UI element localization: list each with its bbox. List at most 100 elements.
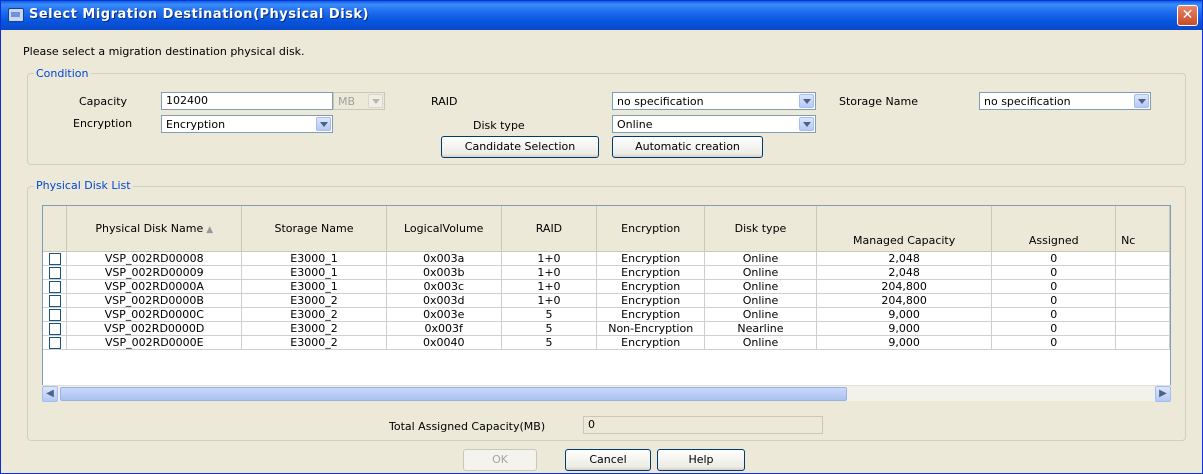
table-cell-name: VSP_002RD0000B <box>66 293 243 308</box>
column-header-physical-disk-name[interactable]: Physical Disk Name ▲ <box>66 206 243 252</box>
table-cell-volume: 0x003e <box>386 307 502 322</box>
row-checkbox[interactable] <box>48 280 61 292</box>
chevron-down-icon[interactable] <box>799 94 814 108</box>
table-cell-volume: 0x003c <box>386 279 502 294</box>
table-row[interactable]: VSP_002RD0000E E3000_2 0x0040 5 Encryption On… <box>43 335 1170 350</box>
chevron-down-icon[interactable] <box>316 117 331 131</box>
candidate-selection-button[interactable]: Candidate Selection <box>441 136 599 158</box>
disk-table: Physical Disk Name ▲ Storage Name Logical… <box>43 206 1170 350</box>
app-icon <box>8 8 24 22</box>
table-cell-encryption: Encryption <box>596 293 706 308</box>
table-cell-encryption: Encryption <box>596 251 706 266</box>
raid-select[interactable]: no specification <box>612 92 816 110</box>
scroll-right-icon[interactable]: ▶ <box>1155 386 1171 402</box>
row-checkbox[interactable] <box>48 336 61 348</box>
disk-type-value: Online <box>617 118 653 131</box>
raid-label: RAID <box>431 95 458 108</box>
raid-value: no specification <box>617 95 704 108</box>
table-cell-name: VSP_002RD00008 <box>66 251 243 266</box>
table-cell-name: VSP_002RD0000A <box>66 279 243 294</box>
table-cell-storage: E3000_2 <box>241 321 387 336</box>
table-cell-assigned: 0 <box>991 265 1117 280</box>
table-cell-storage: E3000_1 <box>241 279 387 294</box>
dialog-window: Select Migration Destination(Physical Di… <box>0 0 1203 474</box>
table-cell-storage: E3000_2 <box>241 335 387 350</box>
column-header-assigned[interactable]: Assigned <box>991 206 1117 252</box>
column-header-managed-capacity[interactable]: Managed Capacity <box>816 206 993 252</box>
storage-name-select[interactable]: no specification <box>979 92 1151 110</box>
title-bar[interactable]: Select Migration Destination(Physical Di… <box>1 1 1202 30</box>
row-checkbox-cell <box>43 293 68 308</box>
horizontal-scrollbar[interactable]: ◀ ▶ <box>42 385 1171 402</box>
column-header-label: Managed Capacity <box>853 233 956 247</box>
table-cell-assigned: 0 <box>991 293 1117 308</box>
scrollbar-thumb[interactable] <box>60 387 847 401</box>
column-header-next[interactable]: Nc <box>1115 206 1170 252</box>
storage-name-value: no specification <box>984 95 1071 108</box>
table-cell-disk-type: Online <box>704 279 817 294</box>
row-checkbox[interactable] <box>48 252 61 264</box>
table-cell-storage: E3000_1 <box>241 265 387 280</box>
table-cell-managed: 9,000 <box>816 307 993 322</box>
column-header-storage-name[interactable]: Storage Name <box>241 206 387 252</box>
table-cell-managed: 9,000 <box>816 321 993 336</box>
table-cell-raid: 5 <box>501 321 598 336</box>
table-cell-volume: 0x003b <box>386 265 502 280</box>
table-row[interactable]: VSP_002RD0000B E3000_2 0x003d 1+0 Encryption… <box>43 293 1170 308</box>
total-assigned-capacity-label: Total Assigned Capacity(MB) <box>389 420 546 433</box>
table-row[interactable]: VSP_002RD0000C E3000_2 0x003e 5 Encryption On… <box>43 307 1170 322</box>
table-row[interactable]: VSP_002RD00008 E3000_1 0x003a 1+0 Encryption… <box>43 251 1170 266</box>
table-cell-raid: 1+0 <box>501 251 598 266</box>
help-button[interactable]: Help <box>657 449 745 471</box>
table-cell-volume: 0x0040 <box>386 335 502 350</box>
table-cell-name: VSP_002RD0000D <box>66 321 243 336</box>
cancel-button[interactable]: Cancel <box>565 449 651 471</box>
table-cell-raid: 1+0 <box>501 293 598 308</box>
close-button[interactable]: ✕ <box>1177 5 1198 26</box>
table-cell-storage: E3000_1 <box>241 251 387 266</box>
column-header-logical-volume[interactable]: LogicalVolume <box>386 206 502 252</box>
storage-name-label: Storage Name <box>839 95 918 108</box>
row-checkbox-cell <box>43 321 68 336</box>
scroll-left-icon[interactable]: ◀ <box>42 386 58 402</box>
row-checkbox[interactable] <box>48 294 61 306</box>
table-cell-encryption: Encryption <box>596 265 706 280</box>
chevron-down-icon <box>368 94 383 108</box>
chevron-down-icon[interactable] <box>799 117 814 131</box>
table-cell-disk-type: Nearline <box>704 321 817 336</box>
table-row[interactable]: VSP_002RD0000A E3000_1 0x003c 1+0 Encryption… <box>43 279 1170 294</box>
row-checkbox[interactable] <box>48 308 61 320</box>
disk-type-select[interactable]: Online <box>612 115 816 133</box>
table-cell-disk-type: Online <box>704 265 817 280</box>
table-cell-managed: 9,000 <box>816 335 993 350</box>
table-cell-assigned: 0 <box>991 321 1117 336</box>
table-row[interactable]: VSP_002RD00009 E3000_1 0x003b 1+0 Encryption… <box>43 265 1170 280</box>
capacity-input[interactable]: 102400 <box>161 92 333 110</box>
row-checkbox[interactable] <box>48 322 61 334</box>
column-header-raid[interactable]: RAID <box>501 206 598 252</box>
table-cell-name: VSP_002RD0000E <box>66 335 243 350</box>
table-cell-next <box>1115 321 1170 336</box>
table-cell-disk-type: Online <box>704 307 817 322</box>
table-cell-assigned: 0 <box>991 307 1117 322</box>
automatic-creation-button[interactable]: Automatic creation <box>612 136 763 158</box>
table-cell-next <box>1115 293 1170 308</box>
table-row[interactable]: VSP_002RD0000D E3000_2 0x003f 5 Non-Encrypti… <box>43 321 1170 336</box>
table-cell-assigned: 0 <box>991 335 1117 350</box>
row-checkbox[interactable] <box>48 266 61 278</box>
column-header-encryption[interactable]: Encryption <box>596 206 706 252</box>
table-cell-disk-type: Online <box>704 335 817 350</box>
disk-table-container[interactable]: Physical Disk Name ▲ Storage Name Logical… <box>42 205 1171 400</box>
table-cell-next <box>1115 265 1170 280</box>
row-checkbox-cell <box>43 279 68 294</box>
chevron-down-icon[interactable] <box>1134 94 1149 108</box>
column-header-disk-type[interactable]: Disk type <box>704 206 817 252</box>
table-cell-disk-type: Online <box>704 251 817 266</box>
row-checkbox-cell <box>43 251 68 266</box>
disk-table-body: VSP_002RD00008 E3000_1 0x003a 1+0 Encryption… <box>43 251 1170 350</box>
capacity-unit-select: MB <box>333 92 385 110</box>
ok-button[interactable]: OK <box>463 449 537 471</box>
encryption-select[interactable]: Encryption <box>161 115 333 133</box>
table-cell-next <box>1115 307 1170 322</box>
table-cell-assigned: 0 <box>991 251 1117 266</box>
